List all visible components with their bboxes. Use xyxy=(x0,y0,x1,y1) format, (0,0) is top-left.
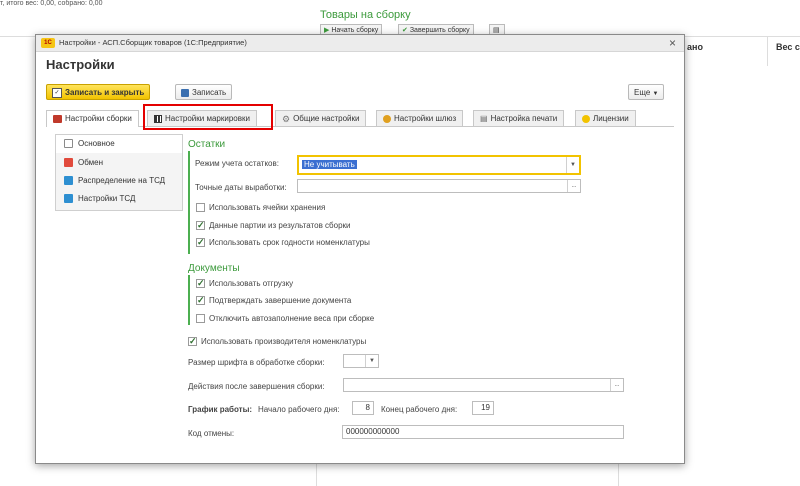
window-title: Настройки - АСП.Сборщик товаров (1С:Пред… xyxy=(59,38,247,47)
column-divider xyxy=(316,462,317,486)
remains-group-title: Остатки xyxy=(188,139,226,150)
close-icon[interactable]: × xyxy=(669,36,676,50)
column-header: Вес с xyxy=(776,42,800,52)
side-menu: Основное Обмен Распределение на ТСД Наст… xyxy=(55,134,183,211)
title-bar: 1С Настройки - АСП.Сборщик товаров (1С:П… xyxy=(36,35,684,52)
side-item-main[interactable]: Основное xyxy=(56,135,182,153)
license-icon xyxy=(582,114,590,123)
expiry-label: Использовать срок годности номенклатуры xyxy=(209,238,370,247)
use-cells-checkbox[interactable] xyxy=(196,203,205,212)
select-more-icon[interactable]: ... xyxy=(567,180,580,192)
actions-input[interactable]: ... xyxy=(343,378,624,392)
tab-print-settings[interactable]: ▤ Настройка печати xyxy=(473,110,565,126)
documents-group-title: Документы xyxy=(188,263,240,274)
batch-data-checkbox[interactable]: ✓ xyxy=(196,221,205,230)
highlight-frame xyxy=(143,104,273,130)
device-icon xyxy=(64,176,73,186)
confirm-checkbox[interactable]: ✓ xyxy=(196,296,205,305)
printer-icon: ▤ xyxy=(480,114,488,123)
side-item-tsd-distribution[interactable]: Распределение на ТСД xyxy=(56,172,182,190)
side-item-tsd-settings[interactable]: Настройки ТСД xyxy=(56,190,182,208)
end-day-input[interactable]: 19 xyxy=(472,401,494,415)
disable-weight-label: Отключить автозаполнение веса при сборке xyxy=(209,314,375,323)
end-day-label: Конец рабочего дня: xyxy=(381,405,458,414)
tab-gateway-settings[interactable]: Настройки шлюз xyxy=(376,110,464,126)
save-close-icon: ✓ xyxy=(52,87,62,98)
chevron-down-icon[interactable]: ▼ xyxy=(365,355,378,367)
column-header: ано xyxy=(687,42,703,52)
tab-licenses[interactable]: Лицензии xyxy=(575,110,636,126)
gear-icon xyxy=(64,139,73,149)
dates-input[interactable]: ... xyxy=(297,179,581,193)
cancel-code-input[interactable]: 000000000000 xyxy=(342,425,624,439)
play-icon: ▶ xyxy=(324,27,330,34)
chevron-down-icon[interactable]: ▼ xyxy=(566,157,579,173)
shipment-checkbox[interactable]: ✓ xyxy=(196,279,205,288)
page-title: Настройки xyxy=(46,57,115,72)
settings-window: 1С Настройки - АСП.Сборщик товаров (1С:П… xyxy=(35,34,685,464)
save-button[interactable]: Записать xyxy=(175,84,233,100)
tab-general-settings[interactable]: ⚙ Общие настройки xyxy=(275,110,367,126)
remains-group-bar xyxy=(188,151,190,254)
column-divider xyxy=(767,36,768,66)
gear-icon: ⚙ xyxy=(282,114,291,124)
documents-group-bar xyxy=(188,275,190,325)
remains-mode-select[interactable]: Не учитывать ▼ xyxy=(297,155,581,175)
exchange-icon xyxy=(64,158,73,168)
background-title: Товары на сборку xyxy=(320,9,411,21)
actions-label: Действия после завершения сборки: xyxy=(188,382,325,391)
use-manufacturer-checkbox[interactable]: ✓ xyxy=(188,337,197,346)
start-day-label: Начало рабочего дня: xyxy=(258,405,340,414)
select-more-icon[interactable]: ... xyxy=(610,379,623,391)
more-button[interactable]: Еще ▼ xyxy=(628,84,665,100)
column-divider xyxy=(618,462,619,486)
tab-assembly-settings[interactable]: Настройки сборки xyxy=(46,110,139,127)
gateway-icon xyxy=(383,114,391,123)
tabs-divider xyxy=(46,126,674,127)
use-manufacturer-label: Использовать производителя номенклатуры xyxy=(201,337,367,346)
use-cells-label: Использовать ячейки хранения xyxy=(209,203,326,212)
shipment-label: Использовать отгрузку xyxy=(209,279,294,288)
background-summary: т, итого вес: 0,00, собрано: 0,00 xyxy=(0,0,103,7)
font-size-label: Размер шрифта в обработке сборки: xyxy=(188,358,325,367)
save-and-close-button[interactable]: ✓ Записать и закрыть xyxy=(46,84,151,100)
side-item-exchange[interactable]: Обмен xyxy=(56,154,182,172)
remains-mode-label: Режим учета остатков: xyxy=(195,159,279,168)
cancel-code-label: Код отмены: xyxy=(188,429,235,438)
dates-label: Точные даты выработки: xyxy=(195,183,287,192)
batch-data-label: Данные партии из результатов сборки xyxy=(209,221,351,230)
check-icon: ✔ xyxy=(402,27,408,34)
font-size-select[interactable]: ▼ xyxy=(343,354,379,368)
disable-weight-checkbox[interactable] xyxy=(196,314,205,323)
floppy-disk-icon xyxy=(181,88,189,97)
confirm-label: Подтверждать завершение документа xyxy=(209,296,352,305)
assembly-icon xyxy=(53,114,62,123)
start-day-input[interactable]: 8 xyxy=(352,401,374,415)
1c-logo-icon: 1С xyxy=(41,38,55,48)
chevron-down-icon: ▼ xyxy=(652,91,659,97)
printer-icon: ▤ xyxy=(493,27,500,34)
expiry-checkbox[interactable]: ✓ xyxy=(196,238,205,247)
schedule-label: График работы: xyxy=(188,405,253,414)
device-icon xyxy=(64,194,73,204)
